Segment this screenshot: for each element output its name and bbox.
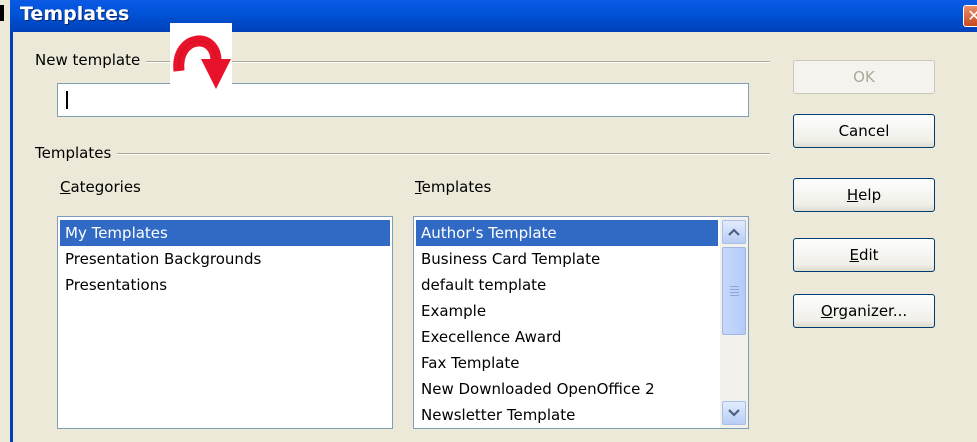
- scroll-down-icon[interactable]: [722, 401, 746, 425]
- template-item[interactable]: Fax Template: [416, 350, 718, 376]
- help-mnemonic: H: [846, 186, 859, 204]
- ok-button[interactable]: OK: [793, 60, 935, 94]
- template-item[interactable]: default template: [416, 272, 718, 298]
- window-edge-stub: [0, 5, 4, 21]
- templates-listbox[interactable]: Author's Template Business Card Template…: [413, 216, 749, 429]
- templates-scrollbar[interactable]: [720, 217, 748, 428]
- organizer-button[interactable]: Organizer...: [793, 294, 935, 328]
- cancel-button[interactable]: Cancel: [793, 114, 935, 148]
- templates-label-mnemonic: T: [415, 178, 422, 196]
- template-item[interactable]: Execellence Award: [416, 324, 718, 350]
- curved-arrow-icon: [170, 23, 232, 95]
- category-item-my-templates[interactable]: My Templates: [60, 220, 390, 246]
- categories-label-text: ategories: [70, 178, 141, 196]
- templates-group-label: Templates: [35, 144, 118, 162]
- template-item[interactable]: Business Card Template: [416, 246, 718, 272]
- organizer-mnemonic: O: [820, 302, 833, 320]
- categories-label: Categories: [60, 178, 141, 196]
- window-left-border: [10, 32, 13, 442]
- categories-listbox[interactable]: My Templates Presentation Backgrounds Pr…: [57, 216, 393, 429]
- edit-mnemonic: E: [849, 246, 859, 264]
- new-template-name-input[interactable]: [57, 83, 749, 117]
- organizer-label: rganizer...: [832, 302, 908, 320]
- close-icon[interactable]: ✕: [963, 5, 977, 27]
- edit-label: dit: [858, 246, 879, 264]
- templates-label-text: emplates: [421, 178, 492, 196]
- help-button[interactable]: Help: [793, 178, 935, 212]
- templates-list-label: Templates: [415, 178, 491, 196]
- text-caret: [66, 91, 68, 109]
- category-item-presentation-backgrounds[interactable]: Presentation Backgrounds: [60, 246, 390, 272]
- thumb-grip-line: [730, 286, 739, 287]
- thumb-grip-line: [730, 292, 739, 293]
- templates-list-items: Author's Template Business Card Template…: [416, 220, 718, 428]
- edit-button[interactable]: Edit: [793, 238, 935, 272]
- template-item[interactable]: New Downloaded OpenOffice 2: [416, 376, 718, 402]
- window-title: Templates: [20, 3, 130, 25]
- scroll-thumb[interactable]: [722, 247, 746, 335]
- template-item[interactable]: Author's Template: [416, 220, 718, 246]
- help-label: elp: [858, 186, 882, 204]
- thumb-grip-line: [730, 295, 739, 296]
- template-item[interactable]: Newsletter Template: [416, 402, 718, 428]
- scroll-up-icon[interactable]: [722, 220, 746, 244]
- thumb-grip-line: [730, 289, 739, 290]
- category-item-presentations[interactable]: Presentations: [60, 272, 390, 298]
- template-item[interactable]: Example: [416, 298, 718, 324]
- new-template-group-label: New template: [35, 51, 147, 69]
- templates-group-line: [35, 153, 770, 155]
- title-bar[interactable]: Templates ✕: [10, 0, 977, 32]
- categories-label-mnemonic: C: [60, 178, 71, 196]
